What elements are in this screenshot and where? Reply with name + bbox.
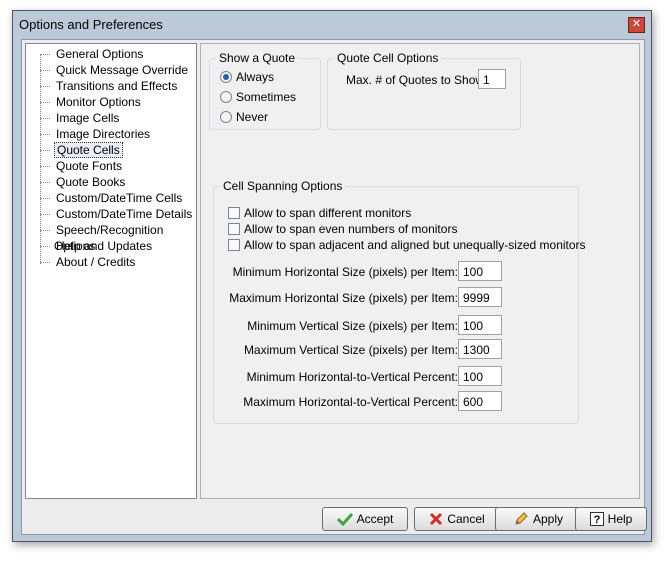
- checkbox-box: [228, 207, 240, 219]
- checkbox-label: Allow to span adjacent and aligned but u…: [244, 238, 586, 252]
- min-vertical-size-label: Minimum Vertical Size (pixels) per Item:: [247, 319, 458, 333]
- dialog-client: General Options Quick Message Override T…: [21, 39, 647, 535]
- checkbox-span-even-monitors[interactable]: Allow to span even numbers of monitors: [228, 221, 568, 237]
- tree-item-monitor-options[interactable]: Monitor Options: [40, 94, 143, 110]
- checkbox-label: Allow to span even numbers of monitors: [244, 222, 458, 236]
- quote-cell-options-group: Quote Cell Options Max. # of Quotes to S…: [327, 51, 521, 130]
- max-h-to-v-percent-label: Maximum Horizontal-to-Vertical Percent:: [243, 395, 458, 409]
- checkbox-label: Allow to span different monitors: [244, 206, 412, 220]
- max-quotes-label: Max. # of Quotes to Show:: [346, 73, 488, 87]
- tree-item-quote-cells[interactable]: Quote Cells: [40, 142, 123, 158]
- max-vertical-size-label: Maximum Vertical Size (pixels) per Item:: [243, 343, 458, 357]
- min-horizontal-size-label: Minimum Horizontal Size (pixels) per Ite…: [232, 265, 458, 279]
- checkbox-box: [228, 223, 240, 235]
- radio-label: Never: [236, 110, 269, 124]
- quote-cell-options-title: Quote Cell Options: [334, 51, 442, 65]
- min-h-to-v-percent-input[interactable]: 100: [458, 366, 502, 386]
- max-vertical-size-input[interactable]: 1300: [458, 339, 502, 359]
- cancel-button[interactable]: Cancel: [414, 507, 500, 531]
- tree-item-label: General Options: [56, 47, 144, 61]
- pencil-icon: [515, 512, 528, 525]
- radio-never[interactable]: Never: [220, 109, 300, 125]
- checkbox-span-different-monitors[interactable]: Allow to span different monitors: [228, 205, 568, 221]
- tree-item-label: Quote Fonts: [56, 159, 123, 173]
- tree-item-label: Quote Cells: [54, 142, 123, 158]
- apply-button-label: Apply: [532, 512, 564, 526]
- tree-item-label: Quote Books: [56, 175, 126, 189]
- help-button-label: Help: [607, 512, 633, 526]
- radio-selected-icon: [220, 71, 232, 83]
- question-mark-icon: ?: [589, 512, 604, 526]
- tree-item-label: Help and Updates: [56, 239, 153, 253]
- radio-sometimes[interactable]: Sometimes: [220, 89, 310, 105]
- check-mark-icon: [336, 512, 353, 526]
- accept-button-label: Accept: [356, 512, 394, 526]
- tree-item-image-cells[interactable]: Image Cells: [40, 110, 121, 126]
- title-bar[interactable]: Options and Preferences ✕: [13, 11, 651, 39]
- tree-item-help-and-updates[interactable]: Help and Updates: [40, 238, 154, 254]
- checkbox-box: [228, 239, 240, 251]
- tree-item-quote-fonts[interactable]: Quote Fonts: [40, 158, 124, 174]
- tree-item-label: Custom/DateTime Cells: [56, 191, 183, 205]
- tree-item-label: Monitor Options: [56, 95, 141, 109]
- radio-label: Sometimes: [236, 90, 297, 104]
- radio-unselected-icon: [220, 111, 232, 123]
- options-tree: General Options Quick Message Override T…: [25, 43, 197, 499]
- checkbox-span-adjacent-monitors[interactable]: Allow to span adjacent and aligned but u…: [228, 237, 586, 253]
- options-window: Options and Preferences ✕ General Option…: [12, 10, 652, 542]
- tree-item-image-directories[interactable]: Image Directories: [40, 126, 152, 142]
- show-quote-group: Show a Quote Always Sometimes Never: [209, 51, 321, 130]
- quote-cells-panel: Show a Quote Always Sometimes Never Quot…: [200, 43, 640, 499]
- tree-item-general-options[interactable]: General Options: [40, 46, 145, 62]
- tree-item-about-credits[interactable]: About / Credits: [40, 254, 137, 270]
- tree-item-label: Quick Message Override: [56, 63, 189, 77]
- tree-item-transitions-and-effects[interactable]: Transitions and Effects: [40, 78, 179, 94]
- cancel-button-label: Cancel: [447, 512, 485, 526]
- min-vertical-size-input[interactable]: 100: [458, 315, 502, 335]
- accept-button[interactable]: Accept: [322, 507, 408, 531]
- close-button[interactable]: ✕: [628, 17, 645, 33]
- max-quotes-input[interactable]: 1: [478, 69, 506, 89]
- radio-unselected-icon: [220, 91, 232, 103]
- tree-item-custom-datetime-cells[interactable]: Custom/DateTime Cells: [40, 190, 184, 206]
- tree-item-label: Image Cells: [56, 111, 120, 125]
- window-title: Options and Preferences: [19, 17, 163, 32]
- tree-item-label: Image Directories: [56, 127, 151, 141]
- tree-item-speech-recognition-options[interactable]: Speech/Recognition Options: [40, 222, 196, 253]
- x-icon: [430, 512, 443, 526]
- radio-always[interactable]: Always: [220, 69, 300, 85]
- tree-item-custom-datetime-details[interactable]: Custom/DateTime Details: [40, 206, 194, 222]
- cell-spanning-title: Cell Spanning Options: [220, 179, 346, 193]
- tree-item-quote-books[interactable]: Quote Books: [40, 174, 127, 190]
- max-horizontal-size-label: Maximum Horizontal Size (pixels) per Ite…: [229, 291, 458, 305]
- tree-item-label: Custom/DateTime Details: [56, 207, 193, 221]
- max-horizontal-size-input[interactable]: 9999: [458, 287, 502, 307]
- show-quote-group-title: Show a Quote: [216, 51, 299, 65]
- radio-label: Always: [236, 70, 275, 84]
- tree-item-quick-message-override[interactable]: Quick Message Override: [40, 62, 190, 78]
- cell-spanning-group: Cell Spanning Options Allow to span diff…: [213, 179, 586, 424]
- svg-text:?: ?: [593, 514, 600, 526]
- help-button[interactable]: ? Help: [575, 507, 647, 531]
- tree-item-label: About / Credits: [56, 255, 136, 269]
- apply-button[interactable]: Apply: [495, 507, 581, 531]
- min-horizontal-size-input[interactable]: 100: [458, 261, 502, 281]
- tree-item-label: Transitions and Effects: [56, 79, 178, 93]
- min-h-to-v-percent-label: Minimum Horizontal-to-Vertical Percent:: [246, 370, 458, 384]
- max-h-to-v-percent-input[interactable]: 600: [458, 391, 502, 411]
